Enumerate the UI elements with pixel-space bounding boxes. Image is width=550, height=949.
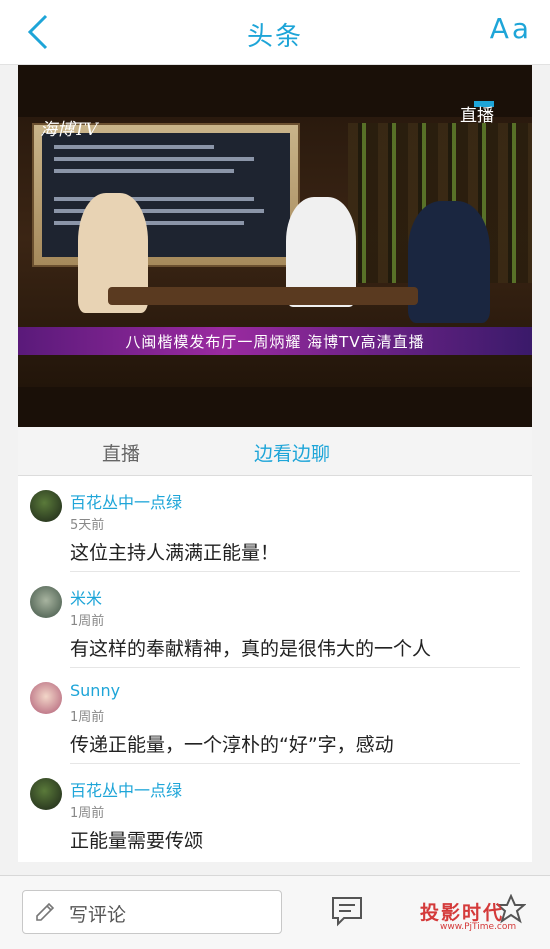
avatar[interactable]	[30, 490, 62, 522]
comment-author[interactable]: 米米	[70, 585, 102, 609]
tab-live[interactable]: 直播	[102, 439, 140, 466]
studio-table	[108, 287, 418, 305]
video-player[interactable]: 海博TV 直播 八闽楷模发布厅一周炳耀 海博TV高清直播	[18, 65, 532, 427]
avatar[interactable]	[30, 586, 62, 618]
tab-chat[interactable]: 边看边聊	[254, 439, 330, 466]
comment-item: Sunny 1周前 传递正能量，一个淳朴的“好”字，感动	[18, 668, 532, 764]
channel-logo: 海博TV	[40, 120, 98, 140]
font-size-button[interactable]: Aa	[490, 12, 532, 45]
studio-screen	[32, 123, 300, 267]
comment-time: 1周前	[70, 806, 105, 821]
comment-input[interactable]: 写评论	[22, 890, 282, 934]
page-title: 头条	[246, 22, 303, 52]
comment-text: 这位主持人满满正能量！	[70, 542, 280, 564]
comment-time: 5天前	[70, 518, 105, 533]
watermark-url: www.PjTime.com	[440, 922, 517, 932]
pencil-icon	[36, 902, 55, 921]
watermark: 投影时代	[420, 902, 505, 924]
comment-placeholder: 写评论	[69, 904, 127, 926]
comment-author[interactable]: Sunny	[70, 681, 120, 700]
comment-author[interactable]: 百花丛中一点绿	[70, 489, 182, 513]
comment-time: 1周前	[70, 710, 105, 725]
comment-text: 传递正能量，一个淳朴的“好”字，感动	[70, 734, 394, 756]
tab-bar: 直播 边看边聊	[18, 427, 532, 476]
comment-text: 正能量需要传颂	[70, 830, 204, 852]
avatar[interactable]	[30, 778, 62, 810]
comment-item: 百花丛中一点绿 1周前 正能量需要传颂	[18, 764, 532, 860]
comment-item: 百花丛中一点绿 5天前 这位主持人满满正能量！	[18, 476, 532, 572]
top-bar: 头条 Aa	[0, 0, 550, 65]
comment-author[interactable]: 百花丛中一点绿	[70, 777, 182, 801]
avatar[interactable]	[30, 682, 62, 714]
guest-figure	[408, 201, 490, 323]
comment-time: 1周前	[70, 614, 105, 629]
comment-list: 百花丛中一点绿 5天前 这位主持人满满正能量！ 米米 1周前 有这样的奉献精神，…	[18, 476, 532, 862]
comments-icon[interactable]	[330, 894, 364, 928]
live-badge: 直播	[460, 106, 494, 126]
comment-item: 米米 1周前 有这样的奉献精神，真的是很伟大的一个人	[18, 572, 532, 668]
video-caption: 八闽楷模发布厅一周炳耀 海博TV高清直播	[125, 333, 425, 351]
comment-text: 有这样的奉献精神，真的是很伟大的一个人	[70, 638, 432, 660]
